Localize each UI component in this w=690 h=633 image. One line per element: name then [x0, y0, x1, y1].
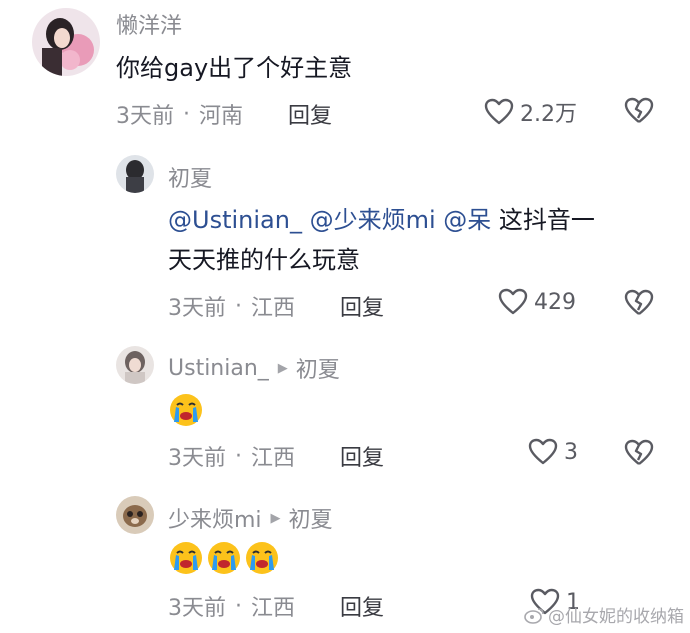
heart-icon	[498, 288, 528, 315]
comment-text: 你给gay出了个好主意	[116, 54, 353, 82]
like-button[interactable]: 429	[498, 288, 576, 316]
like-button[interactable]: 3	[528, 438, 578, 466]
reply-time: 3天前	[168, 446, 226, 471]
like-count: 3	[564, 439, 578, 465]
separator-dot: ·	[183, 101, 190, 127]
dislike-button[interactable]	[624, 97, 654, 129]
weibo-logo-icon	[524, 607, 544, 624]
reply-meta: 3天前 · 江西	[168, 290, 295, 322]
mention-link[interactable]: @少来烦mi	[310, 206, 436, 234]
avatar[interactable]	[116, 496, 154, 534]
crying-emoji-icon	[170, 394, 202, 426]
like-button[interactable]: 2.2万	[484, 96, 577, 128]
reply-button[interactable]: 回复	[288, 98, 332, 130]
crying-emoji-icon	[170, 542, 202, 574]
reply-location: 江西	[251, 446, 296, 471]
reply-meta: 3天前 · 江西	[168, 440, 295, 472]
dislike-button[interactable]	[624, 289, 654, 321]
watermark: @仙女妮的收纳箱	[523, 602, 684, 627]
heart-icon	[484, 98, 514, 125]
reply-time: 3天前	[168, 296, 226, 321]
reply-to-user[interactable]: 初夏	[296, 352, 340, 384]
separator-dot: ·	[235, 593, 242, 619]
reply-arrow-icon: ▶	[277, 360, 288, 376]
reply-arrow-icon: ▶	[270, 510, 281, 526]
like-count: 2.2万	[520, 102, 577, 127]
avatar[interactable]	[116, 346, 154, 384]
reply-meta: 3天前 · 江西	[168, 590, 295, 622]
comment-username[interactable]: 懒洋洋	[116, 8, 182, 40]
mention-link[interactable]: @呆	[443, 206, 491, 234]
reply-button[interactable]: 回复	[340, 290, 384, 322]
reply-text: @Ustinian_ @少来烦mi @呆 这抖音一 天天推的什么玩意	[168, 206, 595, 274]
broken-heart-icon	[624, 97, 654, 123]
reply-username[interactable]: Ustinian_ ▶ 初夏	[168, 352, 340, 384]
reply-button[interactable]: 回复	[340, 440, 384, 472]
watermark-text: @仙女妮的收纳箱	[548, 607, 684, 627]
crying-emoji-icon	[208, 542, 240, 574]
broken-heart-icon	[624, 289, 654, 315]
comment-meta: 3天前 · 河南	[116, 98, 243, 130]
heart-icon	[528, 438, 558, 465]
reply-location: 江西	[251, 296, 296, 321]
separator-dot: ·	[235, 443, 242, 469]
reply-location: 江西	[251, 596, 296, 621]
crying-emoji-icon	[246, 542, 278, 574]
comment-location: 河南	[199, 104, 244, 129]
reply-button[interactable]: 回复	[340, 590, 384, 622]
reply-username[interactable]: 初夏	[168, 161, 212, 193]
separator-dot: ·	[235, 293, 242, 319]
reply-to-user[interactable]: 初夏	[289, 502, 333, 534]
mention-link[interactable]: @Ustinian_	[168, 206, 302, 234]
comment-time: 3天前	[116, 104, 174, 129]
avatar[interactable]	[32, 8, 100, 76]
dislike-button[interactable]	[624, 439, 654, 471]
like-count: 429	[534, 289, 576, 315]
reply-username[interactable]: 少来烦mi ▶ 初夏	[168, 502, 333, 534]
avatar[interactable]	[116, 155, 154, 193]
broken-heart-icon	[624, 439, 654, 465]
reply-time: 3天前	[168, 596, 226, 621]
